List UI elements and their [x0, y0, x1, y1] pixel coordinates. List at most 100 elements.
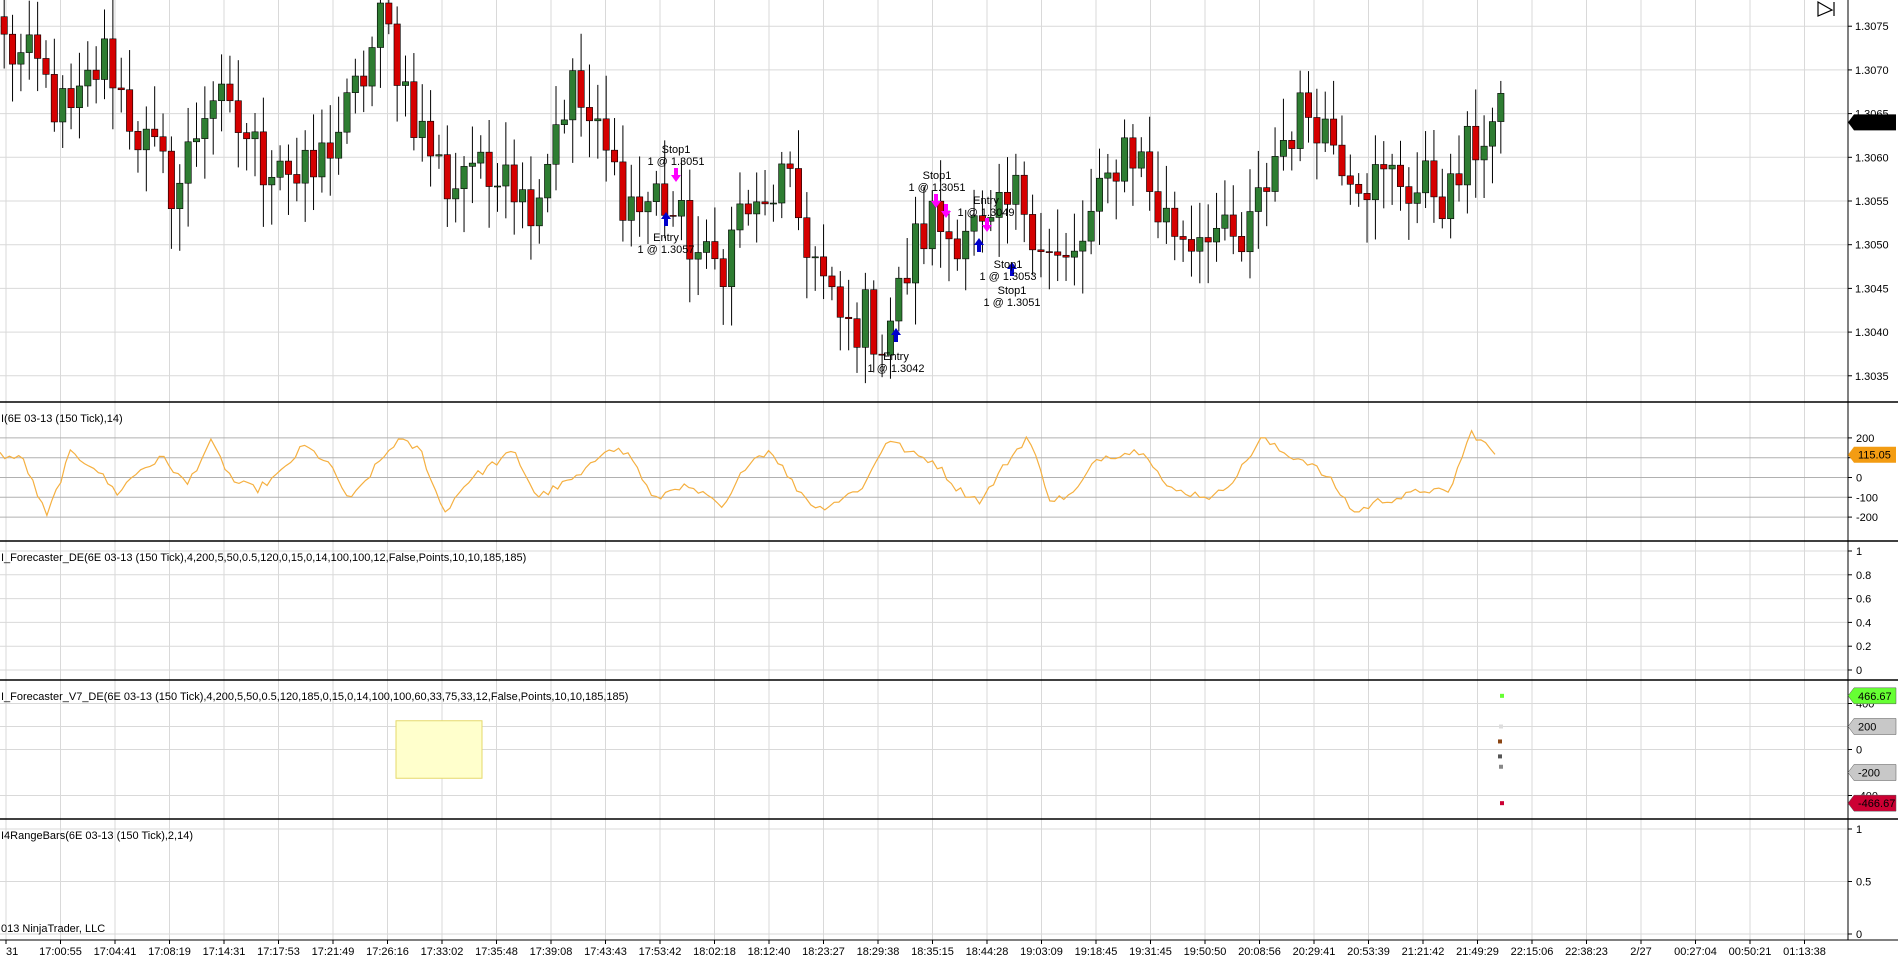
candle-down	[293, 174, 301, 184]
candle-down	[510, 164, 518, 203]
candle-down	[1330, 118, 1338, 146]
candle-down	[1112, 172, 1120, 182]
time-tick-label: 20:53:39	[1347, 946, 1390, 958]
candle-down	[410, 81, 418, 138]
candle-down	[711, 241, 719, 260]
candle-down	[326, 142, 334, 159]
forecaster-tick-label: 0.6	[1856, 594, 1871, 606]
time-tick-label: 18:23:27	[802, 946, 845, 958]
chart-area[interactable]: 1.30751.30701.30651.30601.30551.30501.30…	[0, 0, 1898, 967]
candle-down	[126, 89, 134, 132]
candle-down	[159, 136, 167, 152]
candle-down	[1355, 183, 1363, 194]
candle-down	[92, 69, 100, 80]
candle-down	[485, 151, 493, 187]
candle-up	[753, 201, 761, 215]
candle-up	[435, 154, 443, 157]
candle-down	[1029, 214, 1037, 251]
time-tick-label: 18:29:38	[857, 946, 900, 958]
time-tick-label: 01:13:38	[1783, 946, 1826, 958]
candle-up	[335, 131, 343, 159]
trade-annotation-label: Stop1	[662, 144, 691, 156]
forecaster-v7-mid-up-marker-text: 200	[1858, 722, 1876, 734]
candle-up	[218, 83, 226, 102]
candle-down	[1154, 191, 1162, 223]
candle-up	[84, 69, 92, 87]
candle-up	[142, 128, 150, 151]
trade-annotation-price: 1 @ 1.3053	[979, 271, 1036, 283]
candle-down	[577, 70, 585, 108]
candle-down	[836, 286, 844, 318]
scroll-to-end-icon[interactable]	[1817, 0, 1835, 17]
time-tick-label: 18:44:28	[966, 946, 1009, 958]
candle-down	[1238, 236, 1246, 253]
forecaster-v7-dot	[1500, 693, 1504, 698]
candle-up	[301, 149, 309, 184]
candle-down	[234, 100, 242, 133]
forecaster-tick-label: 0.2	[1856, 641, 1871, 653]
time-tick-label: 17:21:49	[312, 946, 355, 958]
rangebars-tick-label: 1	[1856, 824, 1862, 836]
candle-down	[1146, 151, 1154, 192]
candle-up	[1070, 250, 1078, 258]
cci-tick-label: -100	[1856, 492, 1878, 504]
candle-down	[669, 215, 677, 217]
candle-down	[636, 196, 644, 213]
candle-up	[912, 223, 920, 284]
candle-up	[861, 289, 869, 348]
candle-up	[17, 52, 25, 65]
candle-down	[1338, 144, 1346, 177]
candle-up	[1196, 237, 1204, 252]
candle-up	[101, 38, 108, 80]
trade-annotation-label: Stop1	[998, 285, 1027, 297]
candle-down	[393, 23, 401, 86]
candle-down	[1229, 214, 1237, 237]
candle-down	[828, 275, 836, 288]
candle-up	[1079, 240, 1087, 252]
candle-up	[1221, 214, 1229, 229]
candle-down	[9, 33, 17, 65]
trade-annotation-price: 1 @ 1.3042	[867, 363, 924, 375]
time-tick-label: 21:49:29	[1456, 946, 1499, 958]
cci-tick-label: 200	[1856, 433, 1874, 445]
trade-annotation-label: Entry	[653, 232, 679, 244]
candle-up	[736, 203, 744, 231]
candle-up	[1480, 145, 1488, 161]
candle-up	[502, 164, 510, 187]
forecaster-tick-label: 1	[1856, 546, 1862, 558]
time-tick-label: 17:14:31	[203, 946, 246, 958]
candle-up	[1321, 118, 1329, 144]
time-tick-label: 00:27:04	[1674, 946, 1717, 958]
candle-up	[1121, 137, 1129, 182]
candle-down	[1045, 251, 1053, 253]
candle-up	[962, 230, 970, 260]
time-tick-label: 22:38:23	[1565, 946, 1608, 958]
candle-down	[167, 150, 175, 210]
candle-down	[786, 163, 794, 169]
time-tick-label: 19:18:45	[1075, 946, 1118, 958]
time-tick-label: 2/27	[1630, 946, 1651, 958]
cci-value-marker: 115.05	[1848, 446, 1896, 463]
trade-annotation-label: Stop1	[923, 170, 952, 182]
candle-down	[920, 223, 928, 250]
candle-down	[1171, 207, 1179, 237]
candle-up	[703, 241, 710, 253]
trade-annotation-label: Stop1	[994, 259, 1023, 271]
trade-annotation-price: 1 @ 1.3051	[908, 182, 965, 194]
time-tick-label: 17:43:43	[584, 946, 627, 958]
forecaster-v7-dot	[1498, 739, 1502, 744]
time-tick-label: 18:35:15	[911, 946, 954, 958]
time-tick-label: 20:08:56	[1238, 946, 1281, 958]
trade-annotation-price: 1 @ 1.3051	[983, 297, 1040, 309]
chart-svg[interactable]: 1.30751.30701.30651.30601.30551.30501.30…	[0, 0, 1898, 967]
candle-down	[1363, 193, 1371, 201]
candle-up	[368, 47, 376, 87]
candle-down	[903, 277, 911, 284]
last-price-marker: 1.3064	[1848, 114, 1896, 131]
price-tick-label: 1.3070	[1855, 65, 1889, 77]
candle-up	[778, 163, 786, 204]
candle-down	[1179, 236, 1187, 240]
candle-up	[343, 92, 351, 133]
time-tick-label: 19:50:50	[1184, 946, 1227, 958]
candle-up	[594, 118, 602, 122]
